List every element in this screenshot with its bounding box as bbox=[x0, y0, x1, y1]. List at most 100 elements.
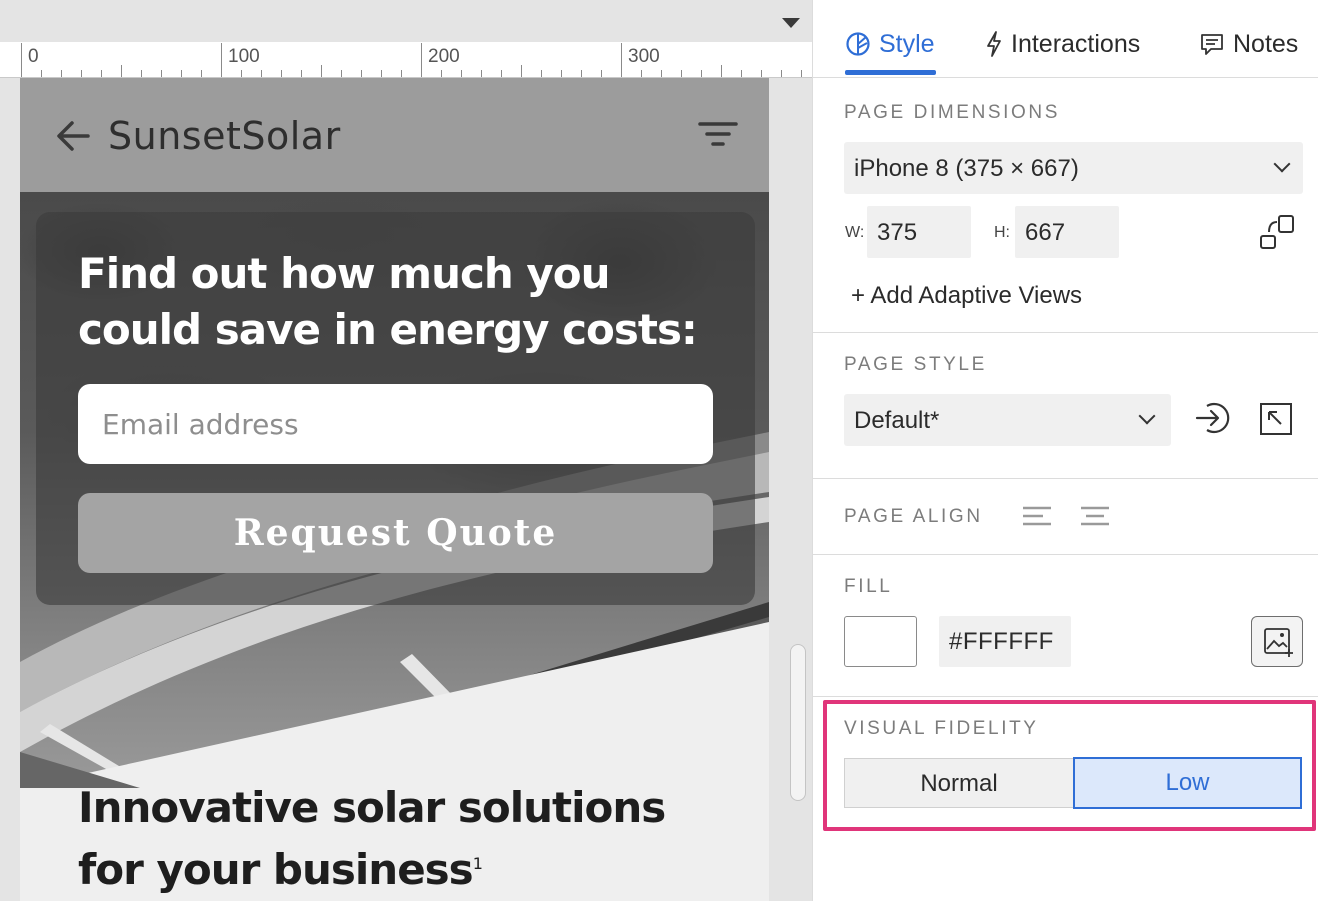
ruler-tick bbox=[281, 70, 282, 77]
width-input[interactable]: 375 bbox=[867, 206, 971, 258]
ruler-tick bbox=[561, 70, 562, 77]
ruler-tick bbox=[461, 70, 462, 77]
chevron-down-icon bbox=[1138, 407, 1156, 425]
filter-menu-icon[interactable] bbox=[698, 120, 738, 150]
fidelity-low-option[interactable]: Low bbox=[1073, 757, 1302, 809]
fill-hex-input[interactable]: #FFFFFF bbox=[939, 616, 1071, 667]
section-divider bbox=[813, 554, 1318, 555]
height-input[interactable]: 667 bbox=[1015, 206, 1119, 258]
ruler-menu-caret-icon[interactable] bbox=[782, 18, 800, 28]
ruler-tick bbox=[201, 70, 202, 77]
active-tab-indicator bbox=[845, 70, 936, 75]
fill-label: FILL bbox=[844, 576, 893, 597]
visual-fidelity-label: VISUAL FIDELITY bbox=[844, 718, 1039, 739]
ruler-tick bbox=[241, 70, 242, 77]
width-value: 375 bbox=[877, 219, 918, 246]
ruler-tick bbox=[581, 70, 582, 77]
ruler-tick bbox=[421, 43, 422, 77]
align-left-icon[interactable] bbox=[1019, 498, 1059, 538]
phone-page[interactable]: SunsetSolar Find out how much you could … bbox=[20, 78, 769, 901]
ruler-tick bbox=[321, 65, 322, 77]
ruler-tick bbox=[21, 43, 22, 77]
device-select-value: iPhone 8 (375 × 667) bbox=[854, 155, 1079, 182]
tagline-heading: Innovative solar solutions for your busi… bbox=[78, 780, 718, 898]
section-divider bbox=[813, 332, 1318, 333]
ruler-tick bbox=[641, 70, 642, 77]
ruler-tick bbox=[801, 70, 802, 77]
orientation-toggle-icon[interactable] bbox=[1257, 214, 1297, 254]
ruler-tick bbox=[41, 70, 42, 77]
ruler-tick bbox=[741, 70, 742, 77]
align-center-icon[interactable] bbox=[1077, 498, 1117, 538]
device-select[interactable]: iPhone 8 (375 × 667) bbox=[844, 142, 1303, 194]
chevron-down-icon bbox=[1273, 155, 1291, 173]
ruler-tick bbox=[701, 70, 702, 77]
page-style-label: PAGE STYLE bbox=[844, 354, 987, 375]
fidelity-normal-option[interactable]: Normal bbox=[844, 758, 1074, 808]
apply-style-icon[interactable] bbox=[1193, 398, 1233, 438]
ruler-tick bbox=[481, 70, 482, 77]
height-label: H: bbox=[994, 224, 1010, 241]
email-placeholder: Email address bbox=[102, 408, 299, 441]
vertical-scrollbar[interactable] bbox=[790, 644, 806, 801]
width-label: W: bbox=[845, 224, 865, 241]
tagline-text: Innovative solar solutions for your busi… bbox=[78, 783, 666, 894]
ruler-label: 200 bbox=[428, 46, 460, 67]
open-style-editor-icon[interactable] bbox=[1257, 400, 1297, 440]
ruler-tick bbox=[361, 70, 362, 77]
page-style-select[interactable]: Default* bbox=[844, 394, 1171, 446]
tagline-footnote: 1 bbox=[472, 854, 483, 873]
tab-interactions[interactable]: Interactions bbox=[985, 24, 1140, 64]
ruler-tick bbox=[601, 70, 602, 77]
ruler-tick bbox=[261, 70, 262, 77]
ruler-label: 100 bbox=[228, 46, 260, 67]
email-input[interactable]: Email address bbox=[78, 384, 713, 464]
design-canvas[interactable]: 0 100 200 300 SunsetSolar Find out how m… bbox=[0, 0, 812, 901]
ruler-tick bbox=[161, 70, 162, 77]
quote-heading: Find out how much you could save in ener… bbox=[78, 249, 698, 354]
tab-interactions-label: Interactions bbox=[1011, 29, 1141, 58]
tab-style[interactable]: Style bbox=[845, 24, 935, 64]
ruler-tick bbox=[81, 70, 82, 77]
ruler-tick bbox=[341, 70, 342, 77]
ruler-tick bbox=[301, 70, 302, 77]
ruler-tick bbox=[221, 43, 222, 77]
ruler-tick bbox=[141, 70, 142, 77]
fill-image-button[interactable] bbox=[1251, 616, 1303, 667]
ruler-tick bbox=[721, 65, 722, 77]
ruler-tick bbox=[541, 70, 542, 77]
ruler-tick bbox=[441, 70, 442, 77]
ruler-tick bbox=[761, 70, 762, 77]
ruler-tick bbox=[621, 43, 622, 77]
height-value: 667 bbox=[1025, 219, 1066, 246]
request-quote-button[interactable]: Request Quote bbox=[78, 493, 713, 573]
ruler-tick bbox=[381, 70, 382, 77]
section-divider bbox=[813, 696, 1318, 697]
ruler-tick bbox=[101, 70, 102, 77]
fill-hex-value: #FFFFFF bbox=[949, 628, 1054, 655]
page-style-value: Default* bbox=[854, 407, 940, 434]
app-header: SunsetSolar bbox=[20, 78, 769, 192]
tab-notes[interactable]: Notes bbox=[1199, 24, 1298, 64]
image-icon bbox=[1264, 628, 1293, 657]
tab-style-label: Style bbox=[879, 29, 935, 58]
ruler-tick bbox=[681, 70, 682, 77]
horizontal-ruler: 0 100 200 300 bbox=[0, 42, 812, 78]
ruler-tick bbox=[501, 70, 502, 77]
inspector-panel: Style Interactions Notes PAGE DIMENSIONS… bbox=[812, 0, 1318, 901]
ruler-tick bbox=[61, 70, 62, 77]
inspector-tabs: Style Interactions Notes bbox=[813, 0, 1318, 78]
app-title: SunsetSolar bbox=[108, 114, 341, 158]
ruler-tick bbox=[181, 70, 182, 77]
fill-color-swatch[interactable] bbox=[844, 616, 917, 667]
section-divider bbox=[813, 478, 1318, 479]
back-arrow-icon[interactable] bbox=[54, 116, 94, 156]
comment-icon bbox=[1201, 34, 1223, 55]
page-dimensions-label: PAGE DIMENSIONS bbox=[844, 102, 1061, 123]
lightning-icon bbox=[987, 31, 1001, 57]
ruler-tick bbox=[661, 70, 662, 77]
quote-card: Find out how much you could save in ener… bbox=[36, 212, 755, 605]
add-adaptive-views-link[interactable]: + Add Adaptive Views bbox=[851, 282, 1082, 310]
ruler-tick bbox=[121, 65, 122, 77]
ruler-tick bbox=[401, 70, 402, 77]
